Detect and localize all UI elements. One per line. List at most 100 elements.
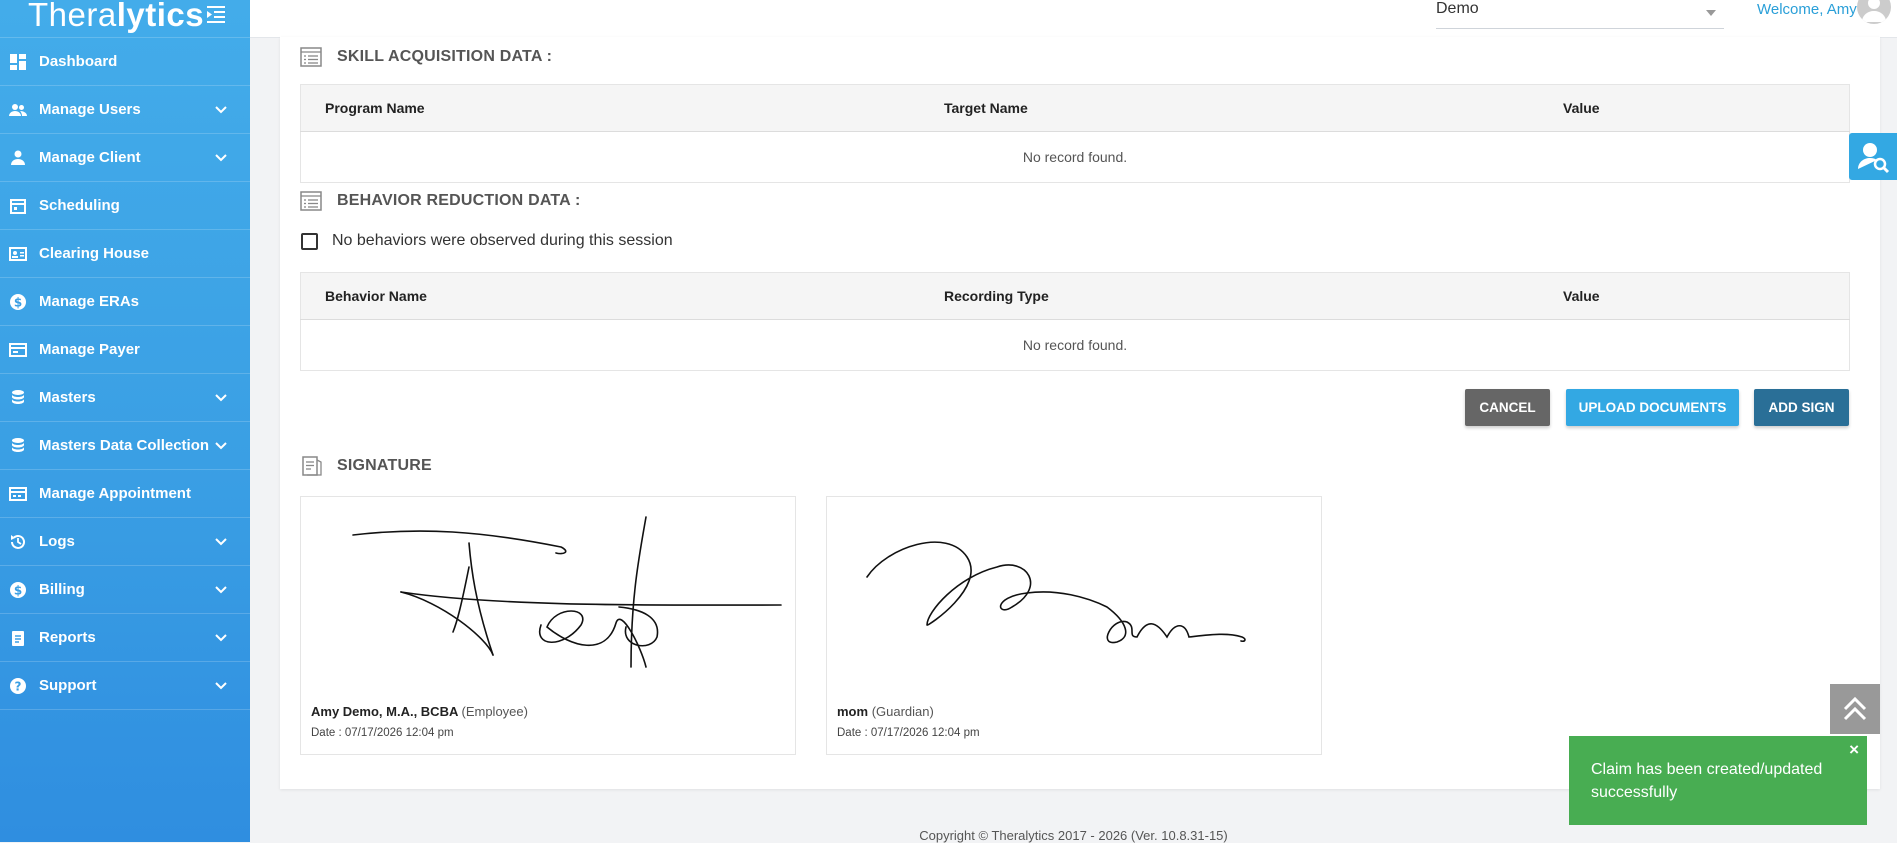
chevron-down-icon bbox=[215, 105, 227, 113]
no-behaviors-checkbox-row[interactable]: No behaviors were observed during this s… bbox=[301, 232, 673, 250]
column-header-recording-type[interactable]: Recording Type bbox=[920, 272, 1539, 320]
footer-copyright: Copyright © Theralytics 2017 - 2026 (Ver… bbox=[919, 828, 1228, 843]
sidebar-item-support[interactable]: ? Support bbox=[0, 662, 250, 710]
help-icon: ? bbox=[10, 677, 26, 694]
column-header-behavior-name[interactable]: Behavior Name bbox=[300, 272, 920, 320]
skill-acquisition-table: Program Name Target Name Value No record… bbox=[300, 84, 1850, 183]
section-title: SIGNATURE bbox=[337, 457, 432, 474]
welcome-user-link[interactable]: Welcome, Amy bbox=[1757, 1, 1857, 18]
sidebar-item-logs[interactable]: Logs bbox=[0, 518, 250, 566]
behavior-section-header: BEHAVIOR REDUCTION DATA : bbox=[300, 191, 581, 211]
chevron-down-icon bbox=[215, 633, 227, 641]
sidebar-item-label: Billing bbox=[39, 581, 85, 598]
sidebar-item-label: Clearing House bbox=[39, 245, 150, 262]
sidebar-item-label: Manage Client bbox=[39, 149, 141, 166]
id-card-icon bbox=[9, 246, 27, 261]
sidebar-item-reports[interactable]: Reports bbox=[0, 614, 250, 662]
chevron-down-icon bbox=[215, 441, 227, 449]
column-header-program-name[interactable]: Program Name bbox=[300, 84, 920, 132]
sidebar-item-clearing-house[interactable]: Clearing House bbox=[0, 230, 250, 278]
table-list-icon bbox=[300, 47, 322, 67]
chevron-down-icon bbox=[215, 585, 227, 593]
session-note-card: SKILL ACQUISITION DATA : Program Name Ta… bbox=[280, 37, 1880, 789]
success-toast: × Claim has been created/updated success… bbox=[1569, 736, 1867, 825]
organization-select[interactable]: Demo bbox=[1436, 0, 1724, 29]
dashboard-icon bbox=[10, 53, 26, 70]
calendar-icon bbox=[10, 198, 26, 214]
person-icon bbox=[11, 150, 25, 165]
double-chevron-up-icon bbox=[1843, 696, 1867, 721]
signer-name: Amy Demo, M.A., BCBA (Employee) bbox=[311, 704, 528, 719]
sidebar: Theralytics Dashboard Manage Users Manag… bbox=[0, 0, 250, 842]
sidebar-item-label: Manage Users bbox=[39, 101, 141, 118]
behavior-reduction-table: Behavior Name Recording Type Value No re… bbox=[300, 272, 1850, 371]
empty-state-message: No record found. bbox=[300, 131, 1850, 183]
brand-logo-text: Theralytics bbox=[28, 0, 205, 33]
column-header-target-name[interactable]: Target Name bbox=[920, 84, 1539, 132]
avatar-icon bbox=[1862, 0, 1886, 22]
sidebar-item-billing[interactable]: $ Billing bbox=[0, 566, 250, 614]
sidebar-item-dashboard[interactable]: Dashboard bbox=[0, 37, 250, 86]
toast-close-button[interactable]: × bbox=[1849, 740, 1859, 760]
signature-section-header: SIGNATURE bbox=[300, 456, 432, 476]
toast-message: Claim has been created/updated successfu… bbox=[1591, 761, 1823, 801]
sidebar-item-masters[interactable]: Masters bbox=[0, 374, 250, 422]
sidebar-item-scheduling[interactable]: Scheduling bbox=[0, 182, 250, 230]
caret-down-icon bbox=[1706, 10, 1716, 16]
signer-name: mom (Guardian) bbox=[837, 704, 934, 719]
svg-text:$: $ bbox=[14, 295, 22, 309]
upload-documents-button[interactable]: UPLOAD DOCUMENTS bbox=[1566, 389, 1739, 426]
database-icon bbox=[12, 437, 24, 452]
sidebar-item-label: Manage ERAs bbox=[39, 293, 140, 310]
payer-icon bbox=[9, 342, 27, 357]
sidebar-item-manage-eras[interactable]: $ Manage ERAs bbox=[0, 278, 250, 326]
employee-signature-card: Amy Demo, M.A., BCBA (Employee) Date : 0… bbox=[300, 496, 796, 755]
signature-date: Date : 07/17/2026 12:04 pm bbox=[837, 727, 980, 739]
svg-text:$: $ bbox=[14, 583, 22, 597]
column-header-value[interactable]: Value bbox=[1539, 84, 1850, 132]
column-header-value[interactable]: Value bbox=[1539, 272, 1850, 320]
table-header-row: Behavior Name Recording Type Value bbox=[300, 272, 1850, 320]
signature-image bbox=[866, 541, 1246, 644]
signature-image bbox=[352, 516, 782, 668]
sidebar-item-label: Masters bbox=[39, 389, 96, 406]
chevron-down-icon bbox=[215, 393, 227, 401]
no-behaviors-checkbox[interactable] bbox=[301, 232, 318, 250]
sidebar-item-label: Support bbox=[39, 677, 97, 694]
top-bar: Demo Welcome, Amy bbox=[250, 0, 1897, 38]
table-header-row: Program Name Target Name Value bbox=[300, 84, 1850, 132]
scroll-to-top-button[interactable] bbox=[1830, 684, 1880, 734]
document-icon bbox=[302, 456, 322, 476]
clipboard-icon bbox=[12, 630, 24, 646]
signer-role: (Employee) bbox=[461, 704, 528, 719]
dollar-icon: $ bbox=[10, 293, 26, 310]
menu-collapse-icon[interactable] bbox=[204, 4, 228, 26]
sidebar-item-manage-payer[interactable]: Manage Payer bbox=[0, 326, 250, 374]
svg-text:?: ? bbox=[15, 679, 22, 693]
skill-section-header: SKILL ACQUISITION DATA : bbox=[300, 47, 552, 67]
sidebar-item-manage-client[interactable]: Manage Client bbox=[0, 134, 250, 182]
sidebar-item-label: Scheduling bbox=[39, 197, 120, 214]
database-icon bbox=[12, 389, 24, 404]
empty-state-message: No record found. bbox=[300, 319, 1850, 371]
avatar[interactable] bbox=[1857, 0, 1891, 24]
table-row: No record found. bbox=[300, 319, 1850, 371]
sidebar-item-label: Manage Appointment bbox=[39, 485, 191, 502]
add-sign-button[interactable]: ADD SIGN bbox=[1754, 389, 1849, 426]
guardian-signature-card: mom (Guardian) Date : 07/17/2026 12:04 p… bbox=[826, 496, 1322, 755]
sidebar-item-manage-users[interactable]: Manage Users bbox=[0, 86, 250, 134]
sidebar-item-label: Reports bbox=[39, 629, 96, 646]
section-title: SKILL ACQUISITION DATA : bbox=[337, 48, 553, 65]
sidebar-item-masters-data-collection[interactable]: Masters Data Collection bbox=[0, 422, 250, 470]
sidebar-item-manage-appointment[interactable]: Manage Appointment bbox=[0, 470, 250, 518]
history-icon bbox=[11, 534, 25, 549]
appointment-icon bbox=[9, 486, 27, 501]
table-list-icon bbox=[300, 191, 322, 211]
chevron-down-icon bbox=[215, 681, 227, 689]
client-search-button[interactable] bbox=[1849, 133, 1897, 180]
table-row: No record found. bbox=[300, 131, 1850, 183]
checkbox-label: No behaviors were observed during this s… bbox=[332, 232, 673, 249]
cancel-button[interactable]: CANCEL bbox=[1465, 389, 1550, 426]
user-search-icon bbox=[1858, 143, 1890, 174]
section-title: BEHAVIOR REDUCTION DATA : bbox=[337, 192, 581, 209]
